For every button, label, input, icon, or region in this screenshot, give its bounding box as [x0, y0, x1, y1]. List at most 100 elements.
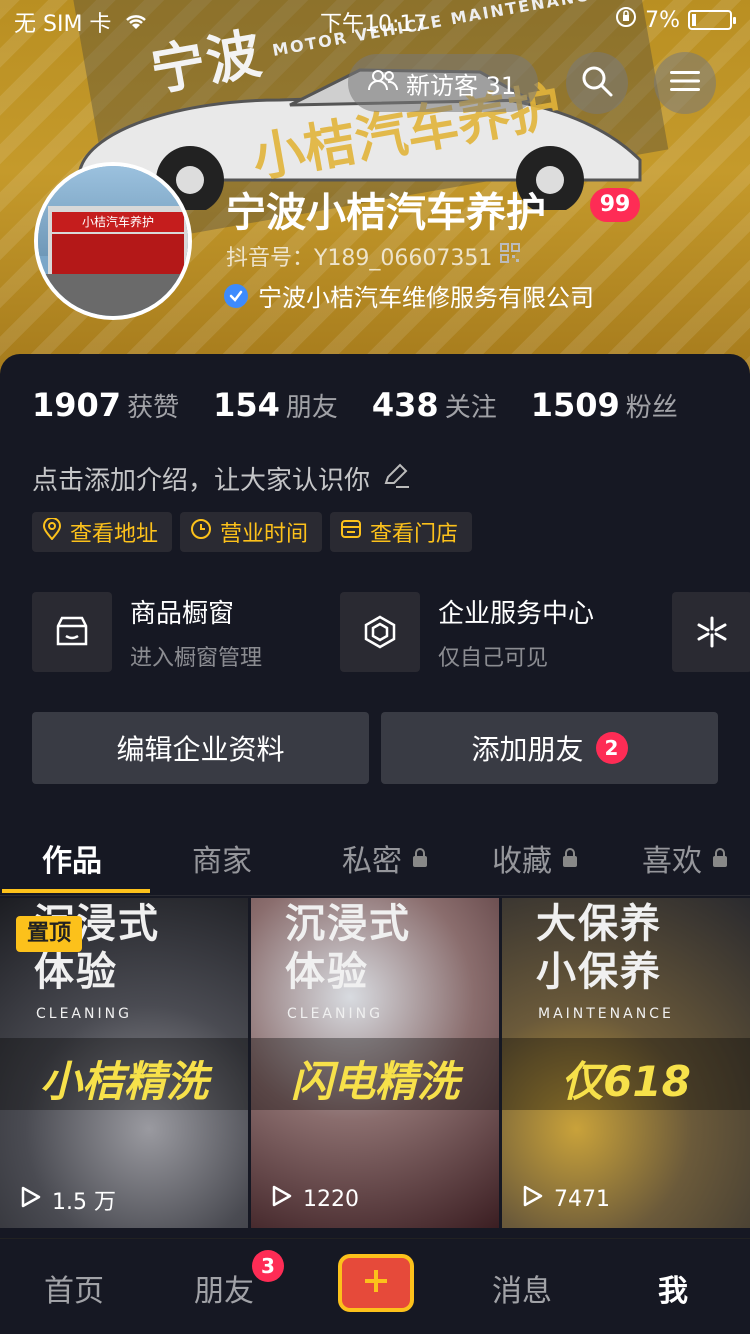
stat-friends[interactable]: 154 朋友 — [213, 386, 338, 424]
battery-icon — [688, 10, 736, 30]
play-count: 1.5 万 — [20, 1184, 116, 1216]
tab-private[interactable]: 私密 — [342, 836, 428, 880]
tag-label: 营业时间 — [220, 522, 309, 547]
tab-label: 商家 — [192, 844, 252, 879]
menu-button[interactable] — [654, 52, 716, 114]
play-count-value: 7471 — [554, 1186, 610, 1212]
stat-label: 朋友 — [285, 393, 338, 423]
tag-view-address[interactable]: 查看地址 — [32, 512, 173, 552]
store-icon — [340, 519, 362, 545]
button-label: 编辑企业资料 — [116, 733, 285, 766]
company-verification[interactable]: 宁波小桔汽车维修服务有限公司 — [224, 278, 594, 313]
cube-icon — [340, 592, 420, 672]
video-tile[interactable]: 沉浸式 体验 CLEANING 小桔精洗 置顶 1.5 万 — [0, 898, 248, 1228]
verified-badge-icon — [224, 283, 248, 308]
search-icon — [580, 64, 614, 102]
play-count-value: 1220 — [303, 1186, 359, 1212]
tab-label: 收藏 — [492, 844, 552, 879]
tab-label: 作品 — [42, 844, 102, 879]
add-friends-badge: 2 — [595, 732, 628, 764]
video-tile[interactable]: 大保养 小保养 MAINTENANCE 仅618 7471 — [502, 898, 750, 1228]
profile-name: 宁波小桔汽车养护 — [226, 190, 546, 236]
tag-label: 查看门店 — [370, 522, 459, 547]
video-tile[interactable]: 沉浸式 体验 CLEANING 闪电精洗 1220 — [251, 898, 499, 1228]
visitors-label: 新访客 31 — [406, 71, 517, 100]
battery-percent: 7% — [645, 7, 680, 33]
stat-followers[interactable]: 1509 粉丝 — [531, 386, 678, 424]
visitors-icon — [368, 68, 399, 98]
tab-favorites[interactable]: 收藏 — [492, 836, 578, 880]
avatar-shop-sign: 小桔汽车养护 — [52, 212, 184, 232]
carrier-status: 无 SIM 卡 — [14, 6, 148, 38]
add-friends-button[interactable]: 添加朋友 2 — [381, 712, 718, 784]
profile-page: 宁波 MOTOR VEHICLE MAINTENANCE 小桔汽车养护 无 SI… — [0, 0, 750, 1334]
play-count: 1220 — [271, 1184, 359, 1214]
profile-level-badge[interactable]: 99 — [590, 188, 640, 222]
stat-label: 关注 — [444, 393, 497, 423]
plus-icon — [363, 1268, 389, 1298]
product-showcase-entry[interactable]: 商品橱窗 进入橱窗管理 — [32, 592, 262, 672]
content-tabs: 作品 商家 私密 收藏 喜欢 — [0, 820, 750, 896]
nav-home[interactable]: 首页 — [44, 1266, 104, 1310]
stat-label: 获赞 — [127, 393, 180, 423]
avatar-shop-doors — [52, 234, 184, 274]
company-name: 宁波小桔汽车维修服务有限公司 — [258, 284, 594, 312]
status-bar: 无 SIM 卡 下午10:17 7% — [0, 0, 750, 40]
search-button[interactable] — [566, 52, 628, 114]
stat-number: 1907 — [32, 386, 122, 424]
intro-text: 点击添加介绍，让大家认识你 — [32, 466, 371, 496]
stats-row: 1907 获赞 154 朋友 438 关注 1509 粉丝 — [32, 386, 678, 424]
nav-messages[interactable]: 消息 — [492, 1266, 552, 1310]
video-label: 闪电精洗 — [290, 1057, 459, 1106]
play-icon — [271, 1184, 293, 1214]
tab-label: 私密 — [342, 844, 402, 879]
edit-company-profile-button[interactable]: 编辑企业资料 — [32, 712, 369, 784]
stat-following[interactable]: 438 关注 — [372, 386, 497, 424]
avatar-ground — [38, 274, 188, 316]
tag-business-hours[interactable]: 营业时间 — [180, 512, 323, 552]
tag-view-store[interactable]: 查看门店 — [330, 512, 473, 552]
stat-number: 1509 — [530, 386, 620, 424]
service-subtitle: 进入橱窗管理 — [130, 645, 263, 671]
tab-label: 喜欢 — [642, 844, 702, 879]
lock-icon — [412, 841, 428, 876]
service-title: 商品橱窗 — [130, 598, 235, 629]
pinned-badge: 置顶 — [16, 916, 82, 952]
add-intro-button[interactable]: 点击添加介绍，让大家认识你 — [32, 460, 410, 497]
stat-label: 粉丝 — [625, 393, 678, 423]
edit-pencil-icon — [382, 461, 410, 496]
friends-badge: 3 — [252, 1250, 284, 1282]
carrier-text: 无 SIM 卡 — [14, 12, 112, 37]
stat-number: 438 — [371, 386, 439, 424]
video-subheadline: MAINTENANCE — [538, 1006, 674, 1022]
service-row: 商品橱窗 进入橱窗管理 企业服务中心 仅自己可见 — [32, 592, 750, 672]
create-post-button[interactable] — [338, 1254, 414, 1312]
enterprise-service-center-entry[interactable]: 企业服务中心 仅自己可见 — [340, 592, 594, 672]
douyin-id[interactable]: 抖音号：Y189_06607351 — [226, 240, 521, 272]
play-count: 7471 — [522, 1184, 610, 1214]
video-subheadline: CLEANING — [287, 1006, 383, 1022]
battery-status: 7% — [615, 6, 736, 34]
tab-merchant[interactable]: 商家 — [192, 836, 252, 880]
avatar[interactable]: 小桔汽车养护 — [34, 162, 192, 320]
sparkle-icon — [672, 592, 750, 672]
new-visitors-button[interactable]: 新访客 31 — [348, 54, 538, 112]
wifi-icon — [124, 12, 148, 37]
nav-friends[interactable]: 朋友 — [194, 1266, 254, 1310]
tag-label: 查看地址 — [70, 522, 159, 547]
stat-likes[interactable]: 1907 获赞 — [32, 386, 179, 424]
qr-code-icon[interactable] — [500, 243, 521, 269]
active-tab-indicator — [2, 889, 150, 893]
more-services-entry[interactable] — [672, 592, 750, 672]
video-label: 仅618 — [561, 1057, 691, 1106]
douyin-id-text: 抖音号：Y189_06607351 — [226, 246, 493, 271]
video-subheadline: CLEANING — [36, 1006, 132, 1022]
stat-number: 154 — [213, 386, 280, 424]
tab-likes[interactable]: 喜欢 — [642, 836, 728, 880]
shop-icon — [32, 592, 112, 672]
tab-works[interactable]: 作品 — [42, 836, 102, 880]
play-icon — [522, 1184, 544, 1214]
nav-me[interactable]: 我 — [658, 1266, 688, 1310]
video-headline: 大保养 小保养 — [536, 901, 662, 995]
service-title: 企业服务中心 — [438, 598, 595, 629]
